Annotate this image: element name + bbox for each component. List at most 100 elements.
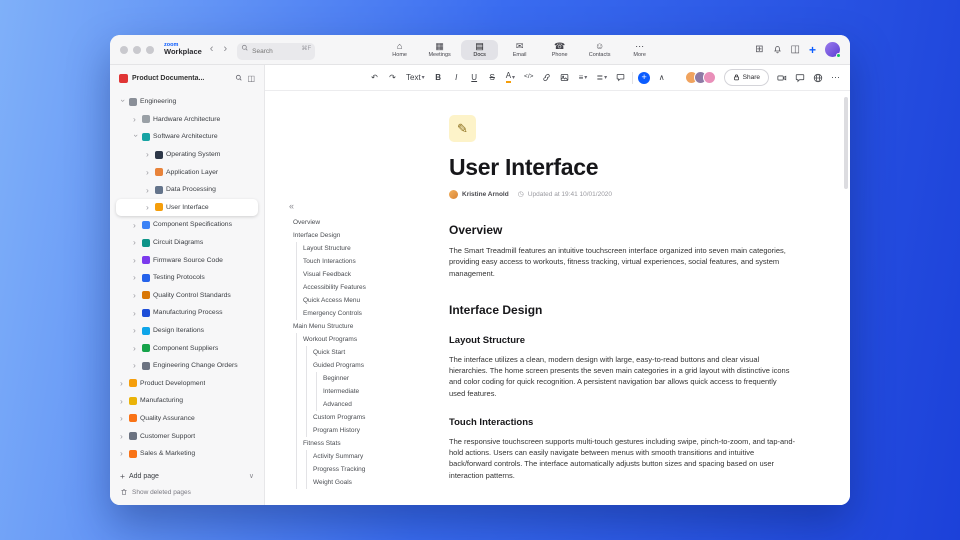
sidebar-item-user-interface[interactable]: › User Interface: [116, 198, 258, 217]
page-title[interactable]: User Interface: [449, 154, 795, 181]
sidebar-item-component-suppliers[interactable]: › Component Suppliers: [116, 339, 258, 357]
outline-interface-design[interactable]: Interface Design: [287, 229, 340, 242]
chevron-right-icon[interactable]: ›: [133, 291, 139, 300]
sidebar-item-engineering-change-orders[interactable]: › Engineering Change Orders: [116, 357, 258, 375]
chevron-right-icon[interactable]: ›: [120, 432, 126, 441]
chat-bubble-icon[interactable]: [795, 73, 805, 83]
align-dropdown[interactable]: ≡ ▾: [576, 70, 589, 86]
outline-weight-goals[interactable]: Weight Goals: [287, 476, 352, 489]
chevron-down-icon[interactable]: ∨: [249, 472, 254, 480]
tab-phone[interactable]: ☎ Phone: [541, 40, 578, 60]
add-page-button[interactable]: + Add page ∨: [120, 471, 254, 481]
sidebar-item-design-iterations[interactable]: › Design Iterations: [116, 322, 258, 340]
text-style-dropdown[interactable]: Text ▾: [404, 70, 427, 86]
outline-overview[interactable]: Overview: [287, 216, 320, 229]
sidebar-item-component-specifications[interactable]: › Component Specifications: [116, 216, 258, 234]
underline-button[interactable]: U: [468, 70, 481, 86]
tab-email[interactable]: ✉ Email: [501, 40, 538, 60]
sidebar-item-sales-marketing[interactable]: › Sales & Marketing: [116, 445, 258, 463]
insert-image-icon[interactable]: [558, 70, 571, 86]
collapse-toolbar-icon[interactable]: ∧: [655, 70, 668, 86]
tab-more[interactable]: ⋯ More: [621, 40, 658, 60]
chevron-right-icon[interactable]: ›: [133, 309, 139, 318]
outline-quick-access-menu[interactable]: Quick Access Menu: [287, 294, 361, 307]
chevron-right-icon[interactable]: ›: [133, 256, 139, 265]
side-panel-icon[interactable]: ◫: [791, 44, 800, 55]
inline-code-button[interactable]: </>: [522, 70, 535, 86]
sidebar-item-manufacturing[interactable]: › Manufacturing: [116, 392, 258, 410]
minimize-window-button[interactable]: [133, 45, 141, 54]
doc-heading-touch-interactions[interactable]: Touch Interactions: [449, 417, 795, 428]
maximize-window-button[interactable]: [146, 45, 154, 54]
sidebar-collapse-icon[interactable]: ◫: [247, 74, 255, 83]
apps-grid-icon[interactable]: ⊞: [755, 44, 763, 55]
forward-button[interactable]: ›: [221, 44, 229, 55]
sidebar-item-customer-support[interactable]: › Customer Support: [116, 427, 258, 445]
back-button[interactable]: ‹: [208, 44, 216, 55]
collaborator-avatar-3[interactable]: [702, 71, 716, 84]
comment-icon[interactable]: [614, 70, 627, 86]
share-button[interactable]: Share: [723, 69, 769, 86]
chevron-right-icon[interactable]: ›: [146, 168, 152, 177]
outline-accessibility-features[interactable]: Accessibility Features: [287, 281, 366, 294]
user-avatar[interactable]: [825, 42, 841, 58]
chevron-right-icon[interactable]: ›: [133, 273, 139, 282]
show-deleted-pages-button[interactable]: Show deleted pages: [120, 488, 254, 496]
insert-block-plus-button[interactable]: +: [638, 71, 651, 84]
list-dropdown[interactable]: ≣ ▾: [594, 70, 609, 86]
chevron-right-icon[interactable]: ›: [133, 326, 139, 335]
video-camera-icon[interactable]: [777, 73, 787, 83]
doc-paragraph-layout-structure[interactable]: The interface utilizes a clean, modern d…: [449, 354, 795, 399]
sidebar-item-application-layer[interactable]: › Application Layer: [116, 163, 258, 181]
outline-layout-structure[interactable]: Layout Structure: [287, 242, 351, 255]
chevron-right-icon[interactable]: ›: [146, 203, 152, 212]
tab-home[interactable]: ⌂ Home: [381, 40, 418, 60]
chevron-right-icon[interactable]: ›: [133, 238, 139, 247]
italic-button[interactable]: I: [450, 70, 463, 86]
undo-icon[interactable]: ↶: [368, 70, 381, 86]
globe-icon[interactable]: [813, 73, 823, 83]
doc-heading-overview[interactable]: Overview: [449, 223, 795, 237]
chevron-right-icon[interactable]: ›: [131, 134, 141, 140]
sidebar-item-data-processing[interactable]: › Data Processing: [116, 181, 258, 199]
outline-activity-summary[interactable]: Activity Summary: [287, 450, 364, 463]
sidebar-item-quality-assurance[interactable]: › Quality Assurance: [116, 410, 258, 428]
outline-fitness-stats[interactable]: Fitness Stats: [287, 437, 341, 450]
sidebar-item-circuit-diagrams[interactable]: › Circuit Diagrams: [116, 234, 258, 252]
sidebar-item-quality-control-standards[interactable]: › Quality Control Standards: [116, 287, 258, 305]
sidebar-item-product-development[interactable]: › Product Development: [116, 375, 258, 393]
outline-guided-programs[interactable]: Guided Programs: [287, 359, 364, 372]
outline-progress-tracking[interactable]: Progress Tracking: [287, 463, 366, 476]
doc-paragraph-overview[interactable]: The Smart Treadmill features an intuitiv…: [449, 245, 795, 279]
chevron-right-icon[interactable]: ›: [120, 397, 126, 406]
strikethrough-button[interactable]: S: [486, 70, 499, 86]
sidebar-item-engineering[interactable]: › Engineering: [116, 93, 258, 111]
bold-button[interactable]: B: [432, 70, 445, 86]
chevron-right-icon[interactable]: ›: [118, 99, 128, 105]
document-content[interactable]: ✎ User Interface Kristine Arnold ◷ Updat…: [443, 91, 825, 505]
outline-advanced[interactable]: Advanced: [287, 398, 352, 411]
page-emoji-icon[interactable]: ✎: [449, 115, 476, 142]
doc-heading-layout-structure[interactable]: Layout Structure: [449, 335, 795, 346]
close-window-button[interactable]: [120, 45, 128, 54]
chevron-right-icon[interactable]: ›: [146, 186, 152, 195]
outline-main-menu-structure[interactable]: Main Menu Structure: [287, 320, 353, 333]
sidebar-item-testing-protocols[interactable]: › Testing Protocols: [116, 269, 258, 287]
collapse-outline-icon[interactable]: «: [289, 201, 301, 211]
doc-paragraph-touch-interactions[interactable]: The responsive touchscreen supports mult…: [449, 436, 795, 481]
chevron-right-icon[interactable]: ›: [133, 221, 139, 230]
outline-program-history[interactable]: Program History: [287, 424, 360, 437]
chevron-right-icon[interactable]: ›: [133, 115, 139, 124]
outline-workout-programs[interactable]: Workout Programs: [287, 333, 358, 346]
more-options-icon[interactable]: ⋯: [831, 73, 840, 82]
doc-heading-interface-design[interactable]: Interface Design: [449, 303, 795, 317]
sidebar-item-manufacturing-process[interactable]: › Manufacturing Process: [116, 304, 258, 322]
outline-intermediate[interactable]: Intermediate: [287, 385, 360, 398]
outline-custom-programs[interactable]: Custom Programs: [287, 411, 366, 424]
link-icon[interactable]: [540, 70, 553, 86]
chevron-right-icon[interactable]: ›: [120, 449, 126, 458]
sidebar-search-icon[interactable]: [235, 74, 243, 82]
notifications-bell-icon[interactable]: [773, 45, 782, 54]
chevron-right-icon[interactable]: ›: [120, 379, 126, 388]
tab-meetings[interactable]: ▦ Meetings: [421, 40, 458, 60]
